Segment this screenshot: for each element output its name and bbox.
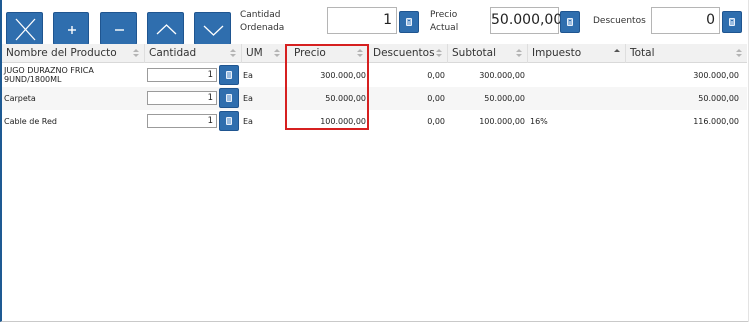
quantity-calculator-button[interactable] — [219, 111, 239, 131]
minus-icon — [115, 29, 124, 31]
move-up-button[interactable] — [147, 12, 184, 45]
calculator-icon — [226, 117, 232, 125]
remove-line-button[interactable] — [100, 12, 137, 45]
product-name: Cable de Red — [4, 117, 57, 126]
calculator-icon — [226, 94, 232, 102]
move-down-button[interactable] — [194, 12, 231, 45]
sort-icon — [230, 49, 236, 58]
quantity-input[interactable]: 1 — [147, 91, 217, 105]
sort-icon — [133, 49, 139, 58]
calculator-icon — [729, 18, 735, 26]
subtotal-cell: 50.000,00 — [484, 94, 525, 103]
precio-actual-input[interactable]: 50.000,00 — [490, 7, 562, 34]
total-cell: 50.000,00 — [698, 94, 739, 103]
cantidad-ordenada-label: Cantidad Ordenada — [240, 10, 285, 33]
table-row[interactable]: JUGO DURAZNO FRICA 9UND/1800ML 1 Ea 300.… — [2, 64, 747, 87]
delete-line-button[interactable] — [6, 12, 43, 45]
um-cell: Ea — [243, 71, 253, 80]
product-name: Carpeta — [4, 94, 36, 103]
product-name: JUGO DURAZNO FRICA 9UND/1800ML — [4, 66, 94, 84]
precio-actual-label: Precio Actual — [430, 10, 459, 33]
descuentos-input[interactable]: 0 — [651, 7, 720, 34]
subtotal-cell: 100.000,00 — [479, 117, 525, 126]
column-header-um[interactable]: UM — [242, 44, 286, 63]
sort-icon — [274, 49, 280, 58]
chevron-up-icon — [156, 24, 177, 35]
quantity-input[interactable]: 1 — [147, 114, 217, 128]
quantity-input[interactable]: 1 — [147, 68, 217, 82]
column-header-precio[interactable]: Precio — [286, 44, 369, 63]
sort-icon — [736, 49, 742, 58]
calculator-icon — [567, 18, 573, 26]
precio-calculator-button[interactable] — [560, 11, 580, 33]
add-line-button[interactable] — [53, 12, 89, 45]
subtotal-cell: 300.000,00 — [479, 71, 525, 80]
precio-cell: 100.000,00 — [320, 117, 366, 126]
column-header-nombre[interactable]: Nombre del Producto — [2, 44, 145, 63]
sort-icon — [357, 49, 363, 58]
column-header-total[interactable]: Total — [626, 44, 747, 63]
precio-cell: 300.000,00 — [320, 71, 366, 80]
column-header-cantidad[interactable]: Cantidad — [145, 44, 242, 63]
table-row[interactable]: Cable de Red 1 Ea 100.000,00 0,00 100.00… — [2, 110, 747, 133]
column-header-subtotal[interactable]: Subtotal — [448, 44, 528, 63]
column-header-impuesto[interactable]: Impuesto — [528, 44, 626, 63]
quantity-calculator-button[interactable] — [219, 65, 239, 85]
sort-ascending-icon — [614, 49, 620, 58]
chevron-down-icon — [203, 25, 224, 36]
column-header-descuentos[interactable]: Descuentos — [369, 44, 448, 63]
descuentos-cell: 0,00 — [427, 117, 445, 126]
table-header: Nombre del Producto Cantidad UM Precio D… — [2, 44, 747, 63]
sort-icon — [516, 49, 522, 58]
table-row[interactable]: Carpeta 1 Ea 50.000,00 0,00 50.000,00 50… — [2, 87, 747, 110]
calculator-icon — [226, 71, 232, 79]
sort-icon — [436, 49, 442, 58]
total-cell: 116.000,00 — [693, 117, 739, 126]
quantity-calculator-button[interactable] — [219, 88, 239, 108]
impuesto-cell: 16% — [530, 117, 548, 126]
plus-icon — [68, 26, 76, 34]
calculator-icon — [406, 18, 412, 26]
descuentos-calculator-button[interactable] — [722, 11, 742, 33]
um-cell: Ea — [243, 94, 253, 103]
descuentos-cell: 0,00 — [427, 71, 445, 80]
um-cell: Ea — [243, 117, 253, 126]
total-cell: 300.000,00 — [693, 71, 739, 80]
descuentos-cell: 0,00 — [427, 94, 445, 103]
precio-cell: 50.000,00 — [325, 94, 366, 103]
cantidad-calculator-button[interactable] — [399, 11, 419, 33]
cantidad-ordenada-input[interactable]: 1 — [327, 7, 397, 34]
descuentos-label: Descuentos — [593, 16, 646, 26]
x-icon — [15, 18, 36, 41]
